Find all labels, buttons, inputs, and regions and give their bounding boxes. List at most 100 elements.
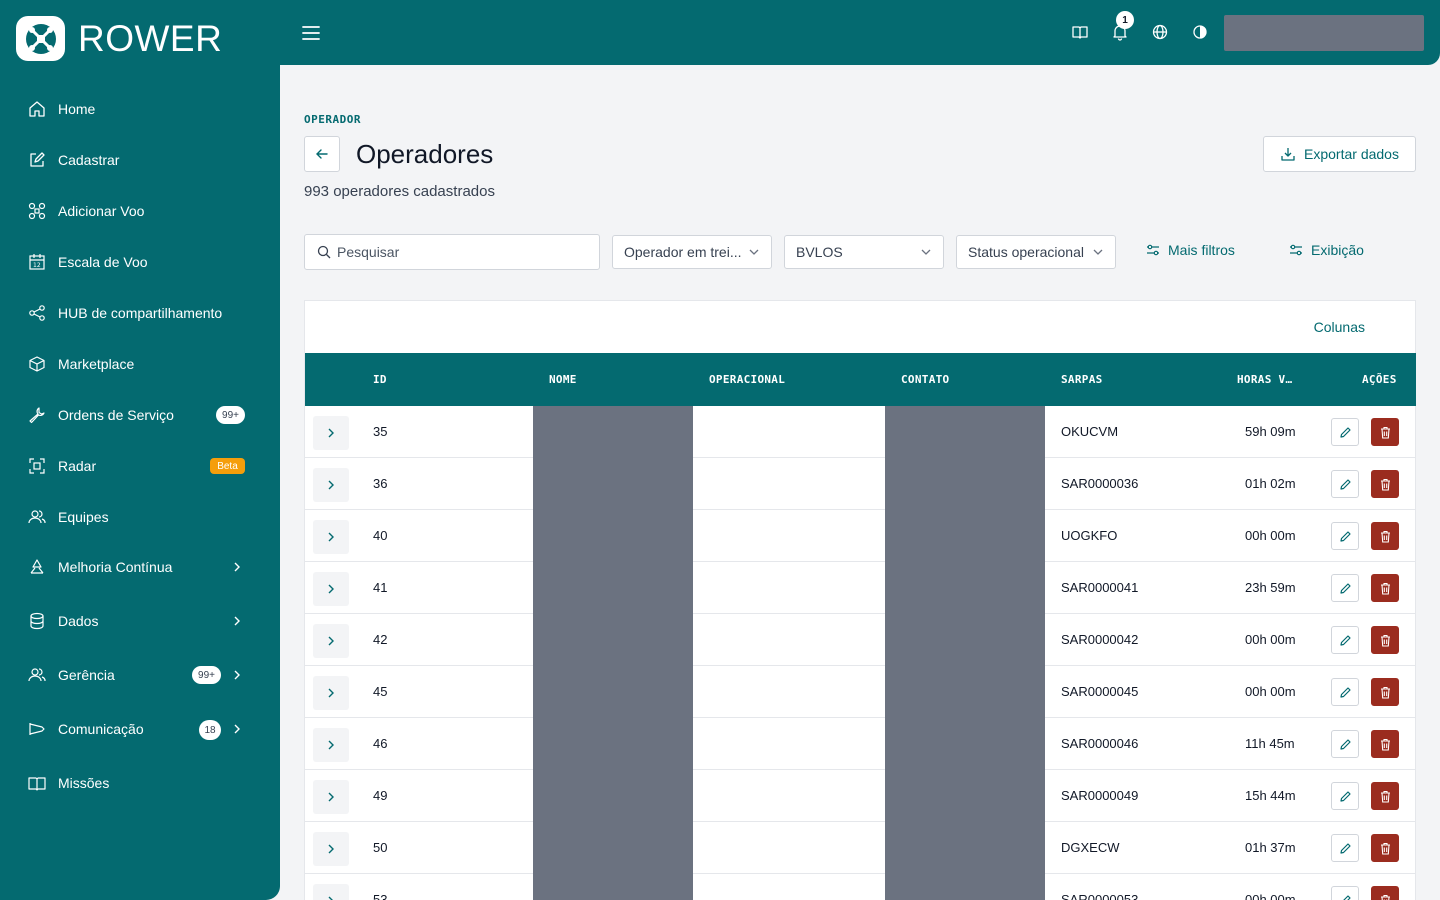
- select-value: BVLOS: [796, 244, 843, 260]
- edit-button[interactable]: [1331, 522, 1359, 550]
- operational-status-select[interactable]: Status operacional: [956, 235, 1116, 269]
- export-button[interactable]: Exportar dados: [1263, 136, 1416, 172]
- delete-button[interactable]: [1371, 886, 1399, 900]
- operators-table: Colunas ID NOME OPERACIONAL CONTATO SARP…: [304, 300, 1416, 900]
- sidebar-item-dados[interactable]: Dados: [0, 601, 280, 641]
- bvlos-select[interactable]: BVLOS: [784, 235, 944, 269]
- edit-button[interactable]: [1331, 470, 1359, 498]
- sidebar-item-label: HUB de compartilhamento: [58, 305, 223, 321]
- sidebar-item-label: Comunicação: [58, 721, 144, 737]
- display-button[interactable]: Exibição: [1289, 242, 1364, 258]
- table-row[interactable]: 40 UOGKFO 00h 00m: [305, 510, 1416, 562]
- expand-row-button[interactable]: [313, 520, 349, 554]
- expand-row-button[interactable]: [313, 468, 349, 502]
- expand-row-button[interactable]: [313, 572, 349, 606]
- cell-name-redacted: [533, 510, 693, 562]
- delete-button[interactable]: [1371, 834, 1399, 862]
- box-icon: [28, 355, 46, 373]
- column-header-name[interactable]: NOME: [549, 373, 577, 386]
- sidebar-item-escala-de-voo[interactable]: 12 Escala de Voo: [0, 242, 280, 282]
- cell-contact-redacted: [885, 458, 1045, 510]
- cell-id: 36: [373, 476, 388, 491]
- column-header-sarpas[interactable]: SARPAS: [1061, 373, 1103, 386]
- menu-toggle-button[interactable]: [300, 22, 322, 44]
- sliders-icon: [1147, 244, 1159, 256]
- delete-button[interactable]: [1371, 418, 1399, 446]
- search-input[interactable]: [337, 244, 577, 260]
- expand-row-button[interactable]: [313, 884, 349, 900]
- edit-button[interactable]: [1331, 678, 1359, 706]
- edit-button[interactable]: [1331, 418, 1359, 446]
- table-row[interactable]: 46 SAR0000046 11h 45m: [305, 718, 1416, 770]
- chevron-right-icon: [328, 688, 334, 698]
- table-row[interactable]: 35 OKUCVM 59h 09m: [305, 406, 1416, 458]
- sidebar-item-ordens-de-servico[interactable]: Ordens de Serviço 99+: [0, 395, 280, 435]
- docs-button[interactable]: [1070, 22, 1090, 42]
- more-filters-button[interactable]: Mais filtros: [1146, 242, 1235, 258]
- edit-button[interactable]: [1331, 834, 1359, 862]
- expand-row-button[interactable]: [313, 728, 349, 762]
- delete-button[interactable]: [1371, 522, 1399, 550]
- table-row[interactable]: 36 SAR0000036 01h 02m: [305, 458, 1416, 510]
- sidebar-item-comunicacao[interactable]: Comunicação 18: [0, 709, 280, 749]
- delete-button[interactable]: [1371, 470, 1399, 498]
- search-field[interactable]: [304, 234, 600, 270]
- sidebar-item-equipes[interactable]: Equipes: [0, 497, 280, 537]
- delete-button[interactable]: [1371, 730, 1399, 758]
- back-button[interactable]: [304, 136, 340, 172]
- sidebar-item-cadastrar[interactable]: Cadastrar: [0, 140, 280, 180]
- more-filters-label: Mais filtros: [1168, 242, 1235, 258]
- brand-logo[interactable]: ROWER: [16, 16, 222, 61]
- column-header-id[interactable]: ID: [373, 373, 387, 386]
- sidebar-item-melhoria-continua[interactable]: Melhoria Contínua: [0, 547, 280, 587]
- expand-row-button[interactable]: [313, 780, 349, 814]
- column-header-hours[interactable]: HORAS V…: [1237, 373, 1292, 386]
- delete-button[interactable]: [1371, 678, 1399, 706]
- edit-button[interactable]: [1331, 574, 1359, 602]
- language-button[interactable]: [1150, 22, 1170, 42]
- column-header-contact[interactable]: CONTATO: [901, 373, 949, 386]
- table-row[interactable]: 45 SAR0000045 00h 00m: [305, 666, 1416, 718]
- cell-hours: 15h 44m: [1245, 788, 1296, 803]
- edit-button[interactable]: [1331, 626, 1359, 654]
- columns-button[interactable]: Colunas: [1314, 319, 1365, 335]
- sidebar-item-label: Melhoria Contínua: [58, 559, 173, 575]
- table-row[interactable]: 50 DGXECW 01h 37m: [305, 822, 1416, 874]
- sidebar-item-home[interactable]: Home: [0, 89, 280, 129]
- sidebar-item-radar[interactable]: Radar Beta: [0, 446, 280, 486]
- sidebar-item-marketplace[interactable]: Marketplace: [0, 344, 280, 384]
- column-header-operational[interactable]: OPERACIONAL: [709, 373, 785, 386]
- theme-toggle-button[interactable]: [1190, 22, 1210, 42]
- trash-icon: [1380, 426, 1390, 439]
- user-menu[interactable]: [1224, 15, 1424, 51]
- table-row[interactable]: 53 SAR0000053 00h 00m: [305, 874, 1416, 900]
- users-icon: [28, 666, 46, 684]
- sidebar-item-adicionar-voo[interactable]: Adicionar Voo: [0, 191, 280, 231]
- trash-icon: [1380, 894, 1390, 900]
- edit-button[interactable]: [1331, 782, 1359, 810]
- sidebar-item-label: Radar: [58, 458, 97, 474]
- table-row[interactable]: 42 SAR0000042 00h 00m: [305, 614, 1416, 666]
- delete-button[interactable]: [1371, 626, 1399, 654]
- expand-row-button[interactable]: [313, 676, 349, 710]
- expand-row-button[interactable]: [313, 416, 349, 450]
- cell-contact-redacted: [885, 874, 1045, 900]
- cell-name-redacted: [533, 822, 693, 874]
- delete-button[interactable]: [1371, 574, 1399, 602]
- edit-button[interactable]: [1331, 730, 1359, 758]
- table-row[interactable]: 49 SAR0000049 15h 44m: [305, 770, 1416, 822]
- sidebar-item-hub[interactable]: HUB de compartilhamento: [0, 293, 280, 333]
- sidebar-item-missoes[interactable]: Missões: [0, 763, 280, 803]
- edit-button[interactable]: [1331, 886, 1359, 900]
- expand-row-button[interactable]: [313, 624, 349, 658]
- sidebar-item-gerencia[interactable]: Gerência 99+: [0, 655, 280, 695]
- cell-id: 45: [373, 684, 388, 699]
- notifications-button[interactable]: 1: [1110, 11, 1134, 42]
- map-icon: [28, 774, 46, 792]
- delete-button[interactable]: [1371, 782, 1399, 810]
- search-icon: [317, 245, 331, 259]
- cell-sarpas: DGXECW: [1061, 840, 1120, 855]
- expand-row-button[interactable]: [313, 832, 349, 866]
- table-row[interactable]: 41 SAR0000041 23h 59m: [305, 562, 1416, 614]
- training-operator-select[interactable]: Operador em trei...: [612, 235, 772, 269]
